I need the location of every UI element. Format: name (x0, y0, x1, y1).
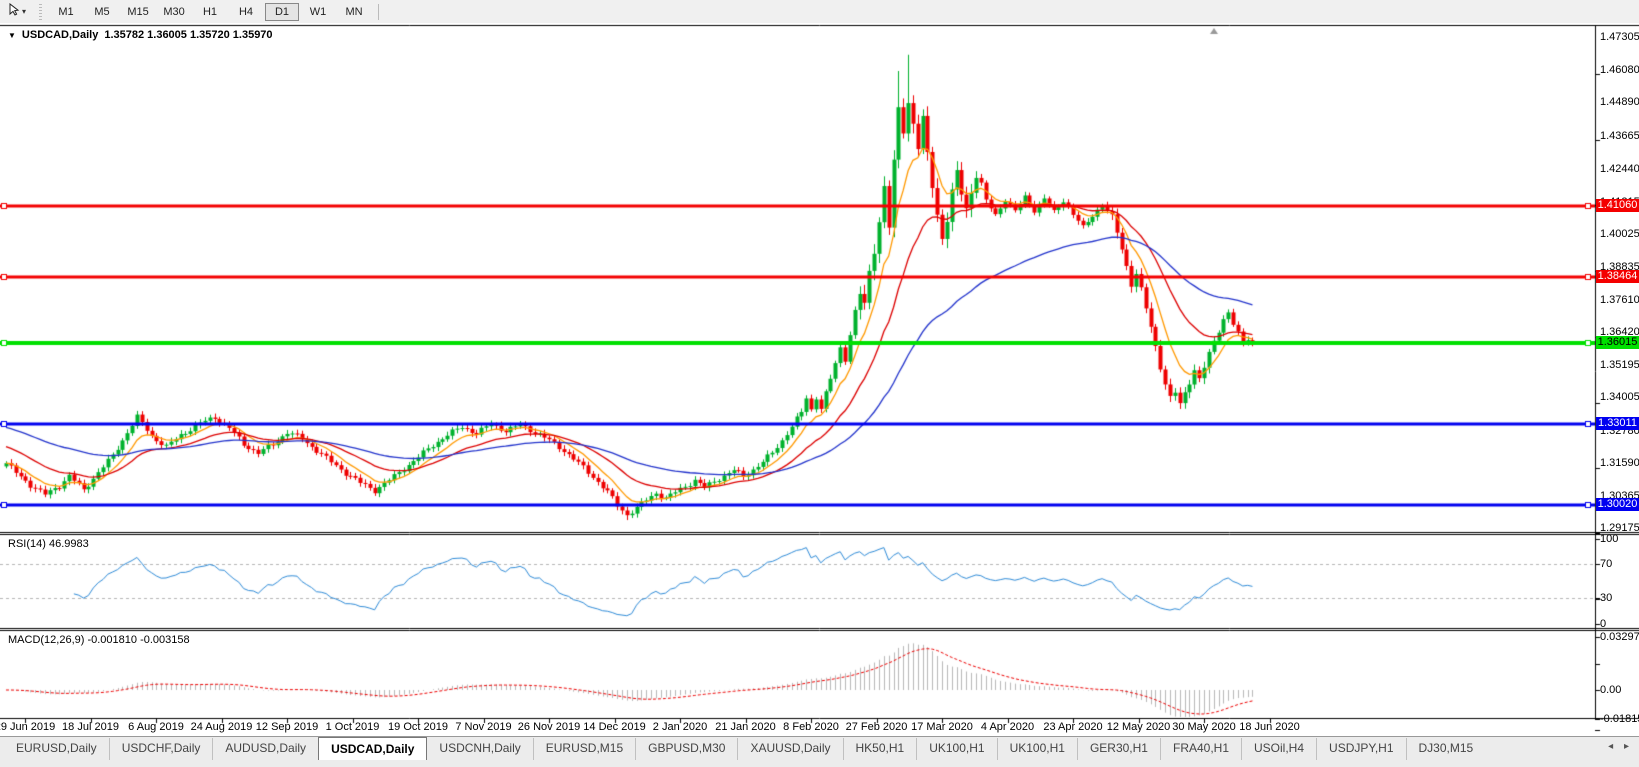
date-axis-tick: 19 Oct 2019 (388, 721, 448, 733)
price-line-badge: 1.36015 (1596, 336, 1639, 349)
tab-uk100-h1[interactable]: UK100,H1 (916, 738, 996, 760)
rsi-axis-tick: 70 (1600, 558, 1613, 570)
tab-eurusd-m15[interactable]: EURUSD,M15 (532, 738, 635, 760)
tab-gbpusd-m30[interactable]: GBPUSD,M30 (635, 738, 737, 760)
date-axis-tick: 17 Mar 2020 (911, 721, 973, 733)
tab-usdchf-daily[interactable]: USDCHF,Daily (108, 738, 213, 760)
tab-scroll-right-icon[interactable]: ▸ (1624, 741, 1633, 752)
tab-scroll-nav: ◂ ▸ (1608, 741, 1633, 752)
price-axis-tick: 1.34005 (1600, 391, 1639, 404)
date-axis-tick: 8 Feb 2020 (783, 721, 839, 733)
date-axis-tick: 6 Aug 2019 (128, 721, 184, 733)
chart-title-overlay: ▼ USDCAD,Daily 1.35782 1.36005 1.35720 1… (8, 29, 273, 41)
pointer-tool-icon (8, 2, 20, 21)
price-axis-tick: 1.31590 (1600, 456, 1639, 469)
timeframe-button-H1[interactable]: H1 (193, 3, 227, 21)
price-axis-tick: 1.47305 (1600, 31, 1639, 43)
date-axis-tick: 1 Oct 2019 (325, 721, 380, 733)
date-axis-tick: 18 Jun 2020 (1239, 721, 1300, 733)
date-axis-tick: 4 Apr 2020 (980, 721, 1035, 733)
tab-ger30-h1[interactable]: GER30,H1 (1076, 738, 1160, 760)
date-axis-tick: 12 May 2020 (1106, 721, 1171, 733)
macd-indicator-label: MACD(12,26,9) -0.001810 -0.003158 (8, 634, 190, 646)
price-axis-tick: 1.44890 (1600, 96, 1639, 109)
timeframe-button-MN[interactable]: MN (337, 3, 371, 21)
price-line-badge: 1.41060 (1596, 199, 1639, 212)
price-axis-tick: 1.46080 (1600, 64, 1639, 77)
rsi-axis-tick: 100 (1600, 532, 1619, 545)
toolbar-separator (378, 3, 380, 20)
top-toolbar: ▾ M1 M5 M15 M30 H1 H4 D1 W1 MN (0, 0, 1639, 24)
price-axis-tick: 1.40025 (1600, 228, 1639, 241)
timeframe-button-M5[interactable]: M5 (85, 3, 119, 21)
price-axis-tick: 1.35195 (1600, 359, 1639, 372)
price-axis-tick: 1.42440 (1600, 162, 1639, 175)
tab-usdjpy-h1[interactable]: USDJPY,H1 (1316, 738, 1405, 760)
date-axis-tick: 23 Apr 2020 (1043, 721, 1103, 733)
chart-tabs: EURUSD,Daily USDCHF,Daily AUDUSD,Daily USDC… (4, 737, 1486, 760)
date-axis-tick: 14 Dec 2019 (583, 721, 646, 733)
price-line-badge: 1.38464 (1596, 270, 1639, 283)
price-line-badge: 1.30020 (1596, 498, 1639, 511)
date-axis-tick: 27 Feb 2020 (845, 721, 908, 733)
date-axis-tick: 2 Jan 2020 (652, 721, 708, 733)
tab-usdcad-daily[interactable]: USDCAD,Daily (318, 737, 428, 760)
tab-dj30-m15[interactable]: DJ30,M15 (1405, 738, 1486, 760)
macd-axis-tick: 0.00 (1600, 684, 1622, 696)
tab-fra40-h1[interactable]: FRA40,H1 (1159, 738, 1241, 760)
price-line-badge: 1.33011 (1596, 417, 1639, 430)
chart-tab-bar: EURUSD,Daily USDCHF,Daily AUDUSD,Daily USDC… (0, 736, 1639, 767)
date-axis-tick: 21 Jan 2020 (715, 721, 776, 733)
chart-collapse-icon[interactable]: ▼ (8, 31, 16, 40)
timeframe-button-W1[interactable]: W1 (301, 3, 335, 21)
rsi-axis-tick: 0 (1600, 617, 1607, 630)
timeframe-button-D1[interactable]: D1 (265, 2, 300, 21)
date-axis-tick: 7 Nov 2019 (455, 721, 512, 733)
chart-region: ▼ USDCAD,Daily 1.35782 1.36005 1.35720 1… (0, 23, 1639, 736)
chart-symbol-title: USDCAD,Daily (21, 29, 99, 41)
tab-audusd-daily[interactable]: AUDUSD,Daily (212, 738, 318, 760)
toolbar-grip-handle[interactable] (39, 3, 43, 20)
macd-axis-tick: -0.018154 (1600, 713, 1639, 726)
tab-uk100-h1[interactable]: UK100,H1 (996, 738, 1077, 760)
date-axis-tick: 12 Sep 2019 (255, 721, 319, 733)
chevron-down-icon[interactable]: ▾ (22, 7, 26, 16)
date-axis-tick: 30 May 2020 (1172, 721, 1236, 733)
chart-ohlc-values: 1.35782 1.36005 1.35720 1.35970 (104, 29, 273, 41)
timeframe-button-M30[interactable]: M30 (157, 3, 191, 21)
tab-xauusd-daily[interactable]: XAUUSD,Daily (737, 738, 842, 760)
date-axis-tick: 24 Aug 2019 (190, 721, 253, 733)
macd-axis-tick: 0.032972 (1600, 631, 1639, 643)
timeframe-toolbar: M1 M5 M15 M30 H1 H4 D1 W1 MN (48, 0, 372, 23)
tab-eurusd-daily[interactable]: EURUSD,Daily (4, 738, 109, 760)
date-axis-tick: 18 Jul 2019 (62, 721, 119, 733)
price-axis-tick: 1.43665 (1600, 129, 1639, 142)
tab-hk50-h1[interactable]: HK50,H1 (842, 738, 917, 760)
chart-canvas[interactable] (0, 23, 1639, 736)
timeframe-button-M1[interactable]: M1 (49, 3, 83, 21)
date-axis-tick: 29 Jun 2019 (0, 721, 56, 733)
timeframe-button-H4[interactable]: H4 (229, 3, 263, 21)
pointer-tool-button[interactable]: ▾ (3, 1, 31, 23)
timeframe-button-M15[interactable]: M15 (121, 3, 155, 21)
tab-usdcnh-daily[interactable]: USDCNH,Daily (427, 738, 532, 760)
tab-scroll-left-icon[interactable]: ◂ (1608, 741, 1617, 752)
price-axis-tick: 1.37610 (1600, 293, 1639, 306)
tab-usoil-h4[interactable]: USOil,H4 (1241, 738, 1316, 760)
date-axis-tick: 26 Nov 2019 (517, 721, 581, 733)
rsi-axis-tick: 30 (1600, 592, 1613, 604)
rsi-indicator-label: RSI(14) 46.9983 (8, 538, 89, 550)
